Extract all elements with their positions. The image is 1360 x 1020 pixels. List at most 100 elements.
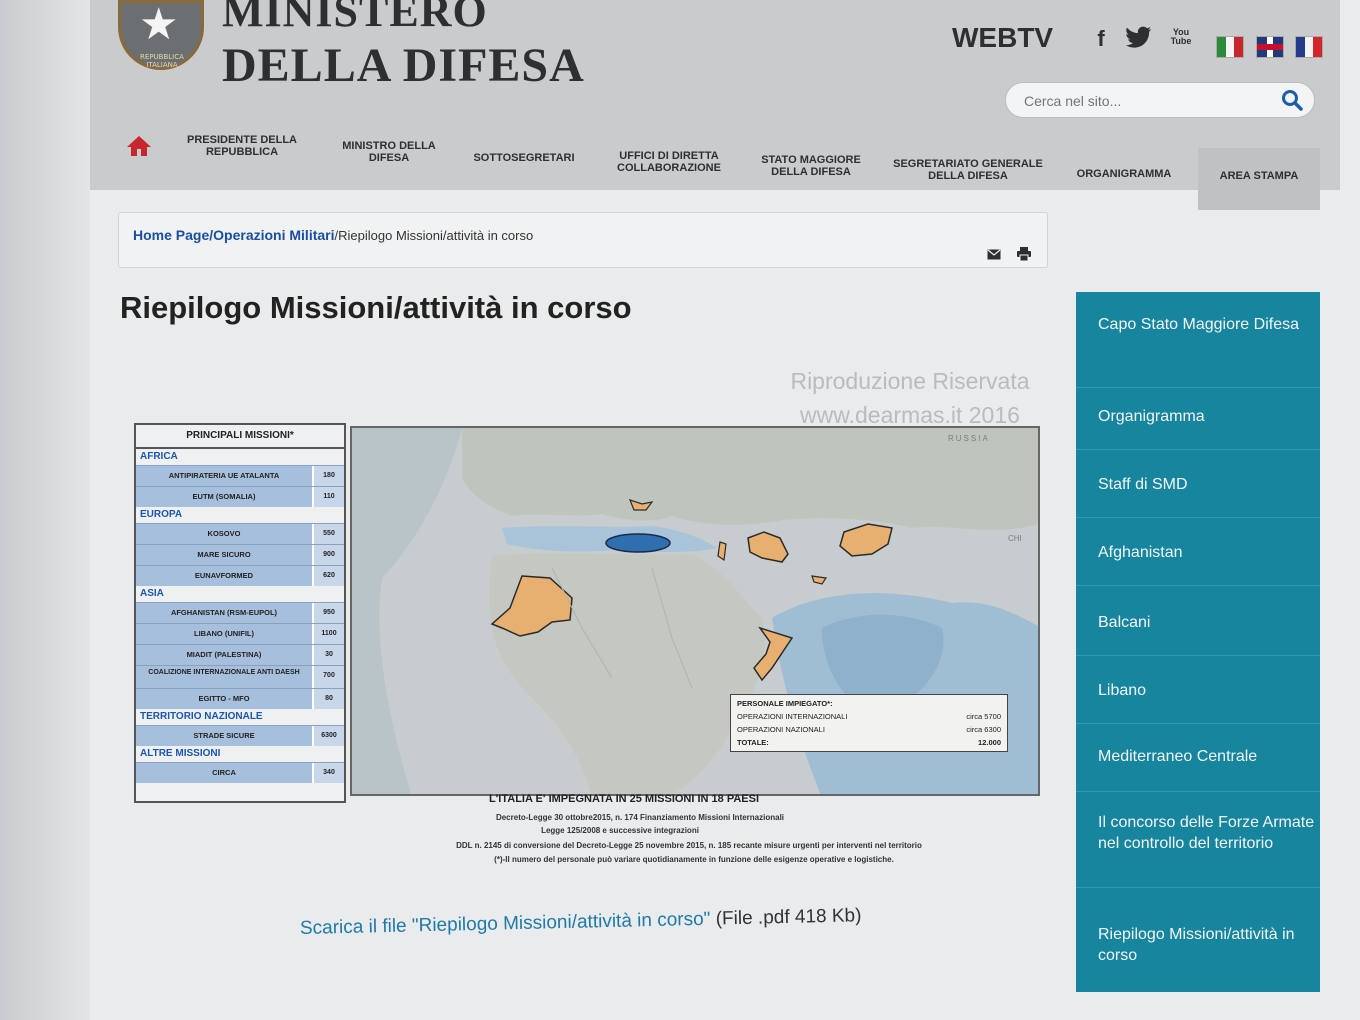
download-file-size: (File .pdf 418 Kb): [710, 905, 862, 930]
personnel-value: circa 6300: [966, 725, 1001, 734]
personnel-summary-box: PERSONALE IMPIEGATO*: OPERAZIONI INTERNA…: [730, 694, 1008, 752]
personnel-value: circa 5700: [966, 712, 1001, 721]
nav-area-stampa-label: AREA STAMPA: [1219, 170, 1299, 182]
home-icon[interactable]: [126, 134, 152, 158]
nav-organigramma[interactable]: ORGANIGRAMMA: [1070, 168, 1178, 180]
sidebar-item-staff-smd[interactable]: Staff di SMD: [1076, 474, 1320, 518]
republic-emblem-logo[interactable]: ★ REPUBBLICA ITALIANA: [118, 0, 204, 70]
figure-caption-line: Legge 125/2008 e successive integrazioni: [541, 826, 699, 835]
webtv-link[interactable]: WEBTV: [952, 22, 1053, 54]
personnel-header: PERSONALE IMPIEGATO*:: [737, 699, 833, 708]
search-input[interactable]: [1022, 89, 1266, 113]
figure-caption-title: L'ITALIA E' IMPEGNATA IN 25 MISSIONI IN …: [488, 793, 760, 805]
download-link[interactable]: "Riepilogo Missioni/attività in corso": [412, 909, 711, 937]
sidebar-item-balcani[interactable]: Balcani: [1076, 612, 1320, 656]
nav-area-stampa[interactable]: AREA STAMPA: [1198, 148, 1320, 210]
nav-stato-maggiore[interactable]: STATO MAGGIORE DELLA DIFESA: [754, 154, 868, 178]
legend-mission-name: ANTIPIRATERIA UE ATALANTA: [136, 466, 312, 486]
youtube-icon[interactable]: You Tube: [1168, 28, 1194, 46]
legend-mission-value: 620: [312, 566, 344, 586]
search-icon[interactable]: [1280, 88, 1304, 112]
download-prefix[interactable]: Scarica il file: [300, 915, 412, 939]
sidebar-item-afghanistan[interactable]: Afghanistan: [1076, 542, 1320, 586]
legend-mission-name: KOSOVO: [136, 524, 312, 544]
search-box: [1005, 82, 1315, 118]
watermark: Riproduzione Riservata www.dearmas.it 20…: [760, 364, 1060, 432]
legend-mission-name: LIBANO (UNIFIL): [136, 624, 312, 644]
legend-mission-value: 110: [312, 487, 344, 507]
sidebar-item-concorso-forze-armate[interactable]: Il concorso delle Forze Armate nel contr…: [1076, 812, 1320, 888]
sidebar-item-organigramma[interactable]: Organigramma: [1076, 406, 1320, 450]
map-label-russia: RUSSIA: [948, 434, 990, 443]
webtv-label: WEBTV: [952, 22, 1054, 53]
star-icon: ★: [139, 0, 179, 50]
download-line: Scarica il file "Riepilogo Missioni/atti…: [300, 905, 862, 940]
uk-flag-icon[interactable]: [1256, 36, 1284, 58]
nav-sottosegretari[interactable]: SOTTOSEGRETARI: [466, 152, 582, 164]
legend-mission-name: MARE SICURO: [136, 545, 312, 565]
french-flag-icon[interactable]: [1295, 36, 1323, 58]
mail-icon[interactable]: [987, 249, 1001, 260]
italian-flag-icon[interactable]: [1216, 36, 1244, 58]
sidebar-menu: Capo Stato Maggiore Difesa Organigramma …: [1076, 292, 1320, 992]
left-background: [0, 0, 90, 1020]
legend-mission-name: EUNAVFORMED: [136, 566, 312, 586]
legend-mission-name: AFGHANISTAN (RSM-EUPOL): [136, 603, 312, 623]
legend-mission-name: EGITTO - MFO: [136, 689, 312, 709]
legend-mission-value: 340: [312, 763, 344, 783]
legend-mission-value: 30: [312, 645, 344, 665]
legend-region-header: AFRICA: [140, 451, 178, 462]
breadcrumb-home[interactable]: Home Page: [133, 227, 209, 243]
sidebar-item-mediterraneo-centrale[interactable]: Mediterraneo Centrale: [1076, 746, 1320, 792]
sidebar-item-libano[interactable]: Libano: [1076, 680, 1320, 724]
legend-region-header: ASIA: [140, 588, 164, 599]
legend-row: COALIZIONE INTERNAZIONALE ANTI DAESH 700: [136, 665, 344, 688]
legend-region-header: ALTRE MISSIONI: [140, 748, 221, 759]
legend-row: AFGHANISTAN (RSM-EUPOL) 950: [136, 602, 344, 623]
main-nav: PRESIDENTE DELLA REPUBBLICA MINISTRO DEL…: [118, 124, 1320, 210]
legend-mission-name: CIRCA: [136, 763, 312, 783]
print-icon[interactable]: [1017, 247, 1031, 261]
legend-row: EUNAVFORMED 620: [136, 565, 344, 586]
nav-presidente[interactable]: PRESIDENTE DELLA REPUBBLICA: [176, 134, 308, 158]
sidebar-item-riepilogo-missioni[interactable]: Riepilogo Missioni/attività in corso: [1076, 924, 1320, 978]
sidebar-item-capo-stato-maggiore[interactable]: Capo Stato Maggiore Difesa: [1076, 314, 1320, 388]
legend-row: MIADIT (PALESTINA) 30: [136, 644, 344, 665]
nav-uffici[interactable]: UFFICI DI DIRETTA COLLABORAZIONE: [606, 150, 732, 174]
legend-row: CIRCA 340: [136, 762, 344, 783]
breadcrumb: Home Page/Operazioni Militari/Riepilogo …: [118, 212, 1048, 268]
nav-segretariato[interactable]: SEGRETARIATO GENERALE DELLA DIFESA: [890, 158, 1046, 182]
breadcrumb-current: Riepilogo Missioni/attività in corso: [338, 228, 534, 243]
legend-mission-value: 550: [312, 524, 344, 544]
personnel-label: OPERAZIONI NAZIONALI: [737, 725, 825, 734]
nav-ministro[interactable]: MINISTRO DELLA DIFESA: [330, 140, 448, 164]
legend-mission-value: 80: [312, 689, 344, 709]
legend-mission-name: MIADIT (PALESTINA): [136, 645, 312, 665]
site-title-line2[interactable]: DELLA DIFESA: [222, 38, 585, 93]
legend-mission-name: COALIZIONE INTERNAZIONALE ANTI DAESH: [136, 666, 312, 688]
legend-row: LIBANO (UNIFIL) 1100: [136, 623, 344, 644]
legend-row: ANTIPIRATERIA UE ATALANTA 180: [136, 465, 344, 486]
watermark-line1: Riproduzione Riservata: [790, 368, 1030, 394]
facebook-icon[interactable]: f: [1088, 26, 1114, 52]
figure-caption-line: DDL n. 2145 di conversione del Decreto-L…: [456, 841, 922, 850]
missions-figure: PRINCIPALI MISSIONI* AFRICA ANTIPIRATERIA…: [134, 423, 1044, 883]
personnel-label: OPERAZIONI INTERNAZIONALI: [737, 712, 848, 721]
breadcrumb-section[interactable]: Operazioni Militari: [213, 227, 334, 243]
legend-row: KOSOVO 550: [136, 523, 344, 544]
page-title: Riepilogo Missioni/attività in corso: [120, 290, 632, 325]
legend-row: EUTM (SOMALIA) 110: [136, 486, 344, 507]
legend-row: STRADE SICURE 6300: [136, 725, 344, 746]
legend-mission-value: 700: [312, 666, 344, 688]
legend-mission-value: 180: [312, 466, 344, 486]
legend-mission-value: 6300: [312, 726, 344, 746]
legend-region-header: EUROPA: [140, 509, 183, 520]
site-title-line1[interactable]: MINISTERO: [222, 0, 488, 37]
emblem-text: REPUBBLICA ITALIANA: [140, 53, 184, 69]
legend-region-header: TERRITORIO NAZIONALE: [140, 711, 263, 722]
twitter-icon[interactable]: [1126, 26, 1152, 54]
legend-mission-value: 950: [312, 603, 344, 623]
figure-caption-line: (*)-Il numero del personale può variare …: [494, 855, 894, 864]
legend-mission-name: EUTM (SOMALIA): [136, 487, 312, 507]
map-label-china: CHI: [1008, 534, 1022, 543]
